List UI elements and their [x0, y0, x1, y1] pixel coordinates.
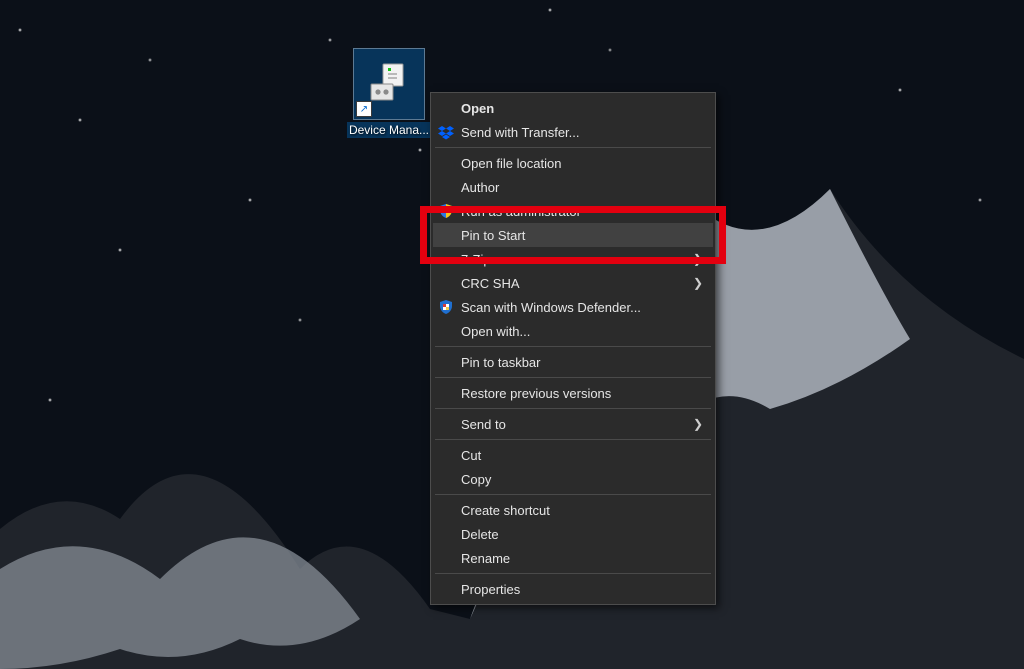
menu-item-label: Pin to taskbar: [461, 355, 541, 370]
menu-item-cut[interactable]: Cut: [433, 443, 713, 467]
menu-item-author[interactable]: Author: [433, 175, 713, 199]
menu-item-label: Scan with Windows Defender...: [461, 300, 641, 315]
menu-item-label: Author: [461, 180, 499, 195]
menu-item-label: Copy: [461, 472, 491, 487]
shortcut-arrow-icon: ↗: [356, 101, 372, 117]
menu-item-label: Create shortcut: [461, 503, 550, 518]
menu-separator: [435, 346, 711, 347]
menu-item-label: Open: [461, 101, 494, 116]
shortcut-icon-tile: ↗: [353, 48, 425, 120]
shortcut-label: Device Mana...: [347, 122, 431, 138]
menu-item-properties[interactable]: Properties: [433, 577, 713, 601]
menu-item-label: CRC SHA: [461, 276, 520, 291]
menu-item-label: Delete: [461, 527, 499, 542]
menu-item-seven-zip[interactable]: 7-Zip ❯: [433, 247, 713, 271]
device-manager-icon: [365, 60, 413, 108]
menu-item-open[interactable]: Open: [433, 96, 713, 120]
menu-item-restore-versions[interactable]: Restore previous versions: [433, 381, 713, 405]
menu-item-defender[interactable]: Scan with Windows Defender...: [433, 295, 713, 319]
menu-item-send-with-transfer[interactable]: Send with Transfer...: [433, 120, 713, 144]
menu-item-delete[interactable]: Delete: [433, 522, 713, 546]
menu-separator: [435, 147, 711, 148]
menu-separator: [435, 408, 711, 409]
menu-item-label: Restore previous versions: [461, 386, 611, 401]
menu-item-label: Open file location: [461, 156, 561, 171]
menu-item-label: Pin to Start: [461, 228, 525, 243]
menu-item-rename[interactable]: Rename: [433, 546, 713, 570]
menu-item-run-as-admin[interactable]: Run as administrator: [433, 199, 713, 223]
dropbox-icon: [437, 123, 455, 141]
menu-separator: [435, 573, 711, 574]
menu-item-label: 7-Zip: [461, 252, 491, 267]
menu-item-label: Send to: [461, 417, 506, 432]
menu-item-label: Open with...: [461, 324, 530, 339]
defender-icon: [437, 298, 455, 316]
chevron-right-icon: ❯: [693, 252, 703, 266]
menu-separator: [435, 494, 711, 495]
menu-item-label: Cut: [461, 448, 481, 463]
menu-item-label: Send with Transfer...: [461, 125, 580, 140]
menu-item-crc-sha[interactable]: CRC SHA ❯: [433, 271, 713, 295]
menu-item-label: Rename: [461, 551, 510, 566]
menu-item-copy[interactable]: Copy: [433, 467, 713, 491]
menu-item-send-to[interactable]: Send to ❯: [433, 412, 713, 436]
menu-item-label: Properties: [461, 582, 520, 597]
context-menu: Open Send with Transfer... Open file locat…: [430, 92, 716, 605]
menu-separator: [435, 377, 711, 378]
chevron-right-icon: ❯: [693, 417, 703, 431]
shield-icon: [437, 202, 455, 220]
menu-item-pin-to-start[interactable]: Pin to Start: [433, 223, 713, 247]
menu-item-open-file-location[interactable]: Open file location: [433, 151, 713, 175]
menu-item-create-shortcut[interactable]: Create shortcut: [433, 498, 713, 522]
menu-item-pin-to-taskbar[interactable]: Pin to taskbar: [433, 350, 713, 374]
desktop-shortcut-device-manager[interactable]: ↗ Device Mana...: [346, 48, 432, 141]
menu-item-label: Run as administrator: [461, 204, 581, 219]
menu-separator: [435, 439, 711, 440]
menu-item-open-with[interactable]: Open with...: [433, 319, 713, 343]
chevron-right-icon: ❯: [693, 276, 703, 290]
